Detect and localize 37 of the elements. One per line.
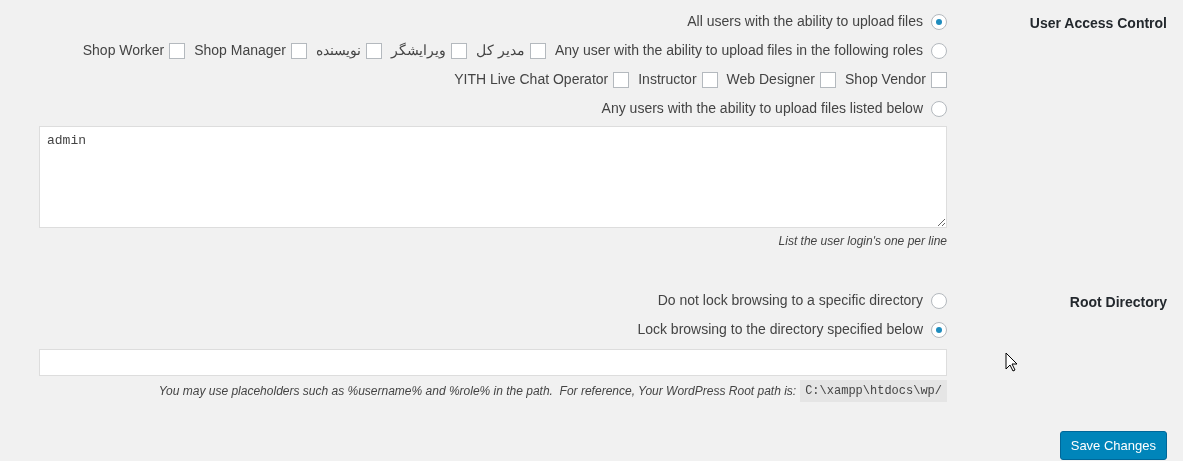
section-heading: Root Directory — [1069, 293, 1167, 312]
checkbox[interactable] — [291, 42, 307, 59]
checkbox[interactable] — [366, 42, 382, 59]
checkbox[interactable] — [529, 42, 546, 59]
option-label: Any user with the ability to upload files in the following roles — [554, 41, 923, 60]
role-label: نویسنده — [316, 41, 361, 61]
cursor-icon — [1005, 352, 1018, 372]
role-label: Instructor — [638, 70, 697, 89]
checkbox[interactable] — [169, 42, 186, 59]
radio-button[interactable] — [931, 100, 947, 117]
option-label: Any users with the ability to upload files listed below — [601, 99, 923, 118]
users-textarea[interactable]: admin — [39, 126, 947, 228]
option-label: Do not lock browsing to a specific directory — [657, 291, 923, 310]
save-button[interactable]: Save Changes — [1059, 431, 1167, 460]
radio-button[interactable] — [931, 321, 947, 338]
role-label: Shop Vendor — [845, 70, 926, 89]
checkbox[interactable] — [931, 71, 947, 88]
root-path: C:\xampp\htdocs\wp/ — [800, 380, 947, 402]
checkbox[interactable] — [613, 71, 630, 88]
role-label: Shop Worker — [82, 41, 165, 60]
role-label: Shop Manager — [194, 41, 286, 60]
hint-text: List the user login's one per line — [778, 233, 947, 250]
role-label: ویرایشگر — [391, 41, 446, 61]
option-label: Lock browsing to the directory specified below — [637, 320, 923, 339]
checkbox[interactable] — [820, 71, 837, 88]
directory-input[interactable] — [39, 349, 947, 376]
radio-button[interactable] — [931, 42, 947, 59]
role-label: YITH Live Chat Operator — [454, 70, 609, 89]
role-label: Web Designer — [726, 70, 816, 89]
option-label: All users with the ability to upload files — [687, 12, 923, 31]
role-label: مدیر کل — [476, 41, 525, 61]
radio-button[interactable] — [931, 13, 947, 30]
section-heading: User Access Control — [1029, 14, 1167, 33]
checkbox[interactable] — [701, 71, 718, 88]
checkbox[interactable] — [451, 42, 467, 59]
radio-button[interactable] — [931, 292, 947, 309]
hint-text: You may use placeholders such as %username% and %role% in the path. For reference, Your WordPress Root path is: — [158, 383, 797, 400]
